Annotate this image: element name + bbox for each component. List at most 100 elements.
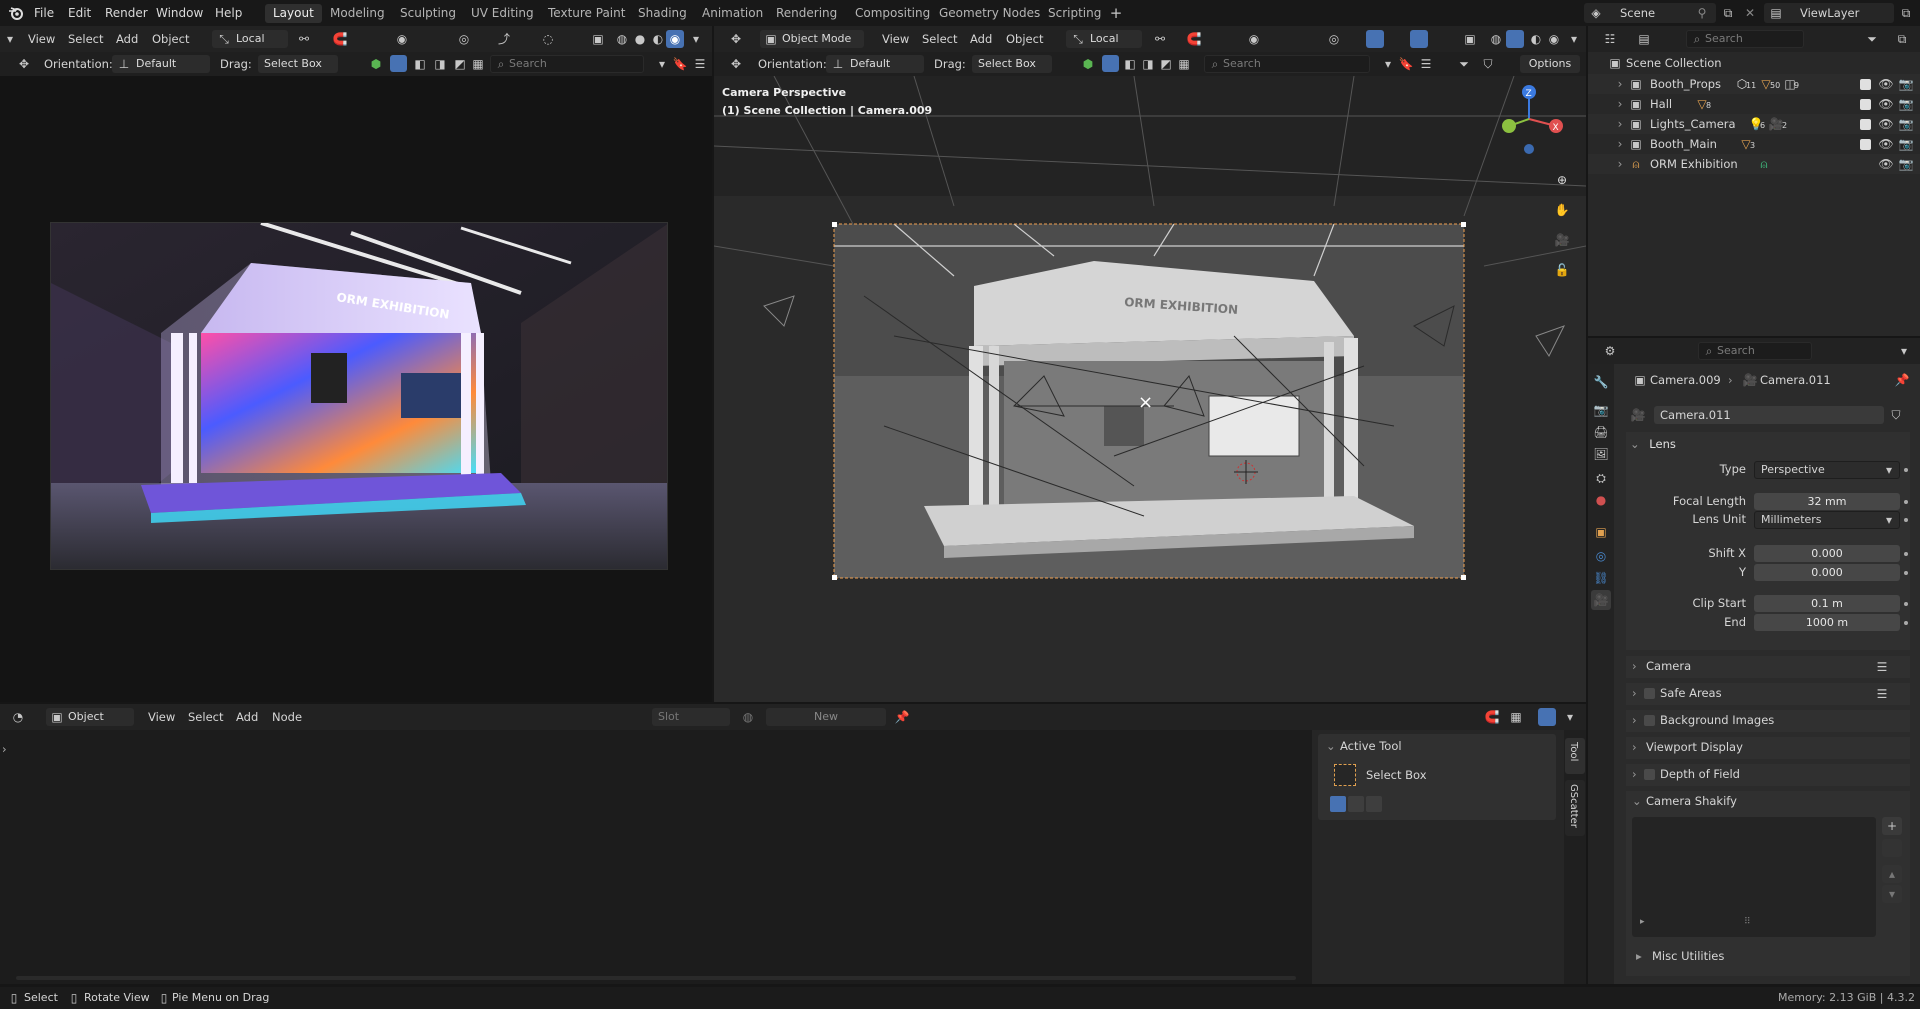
camera-view-icon[interactable]: 🎥 bbox=[1554, 232, 1570, 248]
scene-selector[interactable]: ◈ Scene ⚲ bbox=[1584, 3, 1716, 23]
shading-solid-icon[interactable]: ● bbox=[632, 31, 648, 47]
list-item[interactable]: › ▣ Hall ▽ 8 👁 📷 bbox=[1588, 94, 1920, 114]
tab-geometry-nodes[interactable]: Geometry Nodes bbox=[931, 4, 1048, 23]
camera-render-icon[interactable]: 📷 bbox=[1898, 116, 1914, 132]
expand-arrow-icon[interactable]: › bbox=[1612, 96, 1628, 112]
select-intersect-icon[interactable]: ▦ bbox=[1176, 56, 1192, 72]
shading-wire-icon[interactable]: ◍ bbox=[1488, 31, 1504, 47]
menu-help[interactable]: Help bbox=[215, 0, 242, 26]
add-shake-button[interactable]: + bbox=[1882, 817, 1902, 835]
select-subtract-icon[interactable]: ◨ bbox=[432, 56, 448, 72]
left-transform-select[interactable]: Local ⤡ bbox=[212, 30, 288, 48]
new-scene-icon[interactable]: ⧉ bbox=[1720, 5, 1736, 21]
navigation-gizmo[interactable]: Z X bbox=[1494, 84, 1564, 154]
keyframe-dot[interactable] bbox=[1904, 552, 1908, 556]
physics-tab-icon[interactable]: ◎ bbox=[1593, 548, 1609, 564]
tab-modeling[interactable]: Modeling bbox=[322, 4, 393, 23]
camera-render-icon[interactable]: 📷 bbox=[1898, 156, 1914, 172]
properties-editor-icon[interactable]: ⚙ bbox=[1602, 343, 1618, 359]
viewport-display-panel[interactable]: › Viewport Display bbox=[1626, 737, 1910, 759]
list-item[interactable]: › ▣ Lights_Camera 💡 6 🎥 2 👁 📷 bbox=[1588, 114, 1920, 134]
pan-hand-icon[interactable]: ✋ bbox=[1554, 202, 1570, 218]
proportional-icon[interactable]: ◉ bbox=[394, 31, 410, 47]
shading-material-icon[interactable]: ◐ bbox=[1528, 31, 1544, 47]
mode-extend-button[interactable] bbox=[1348, 796, 1364, 812]
node-menu-add[interactable]: Add bbox=[236, 710, 258, 724]
background-images-panel[interactable]: › Background Images bbox=[1626, 710, 1910, 732]
object-type-select[interactable]: Object ▣ bbox=[46, 708, 134, 726]
constraints-tab-icon[interactable]: ⛓ bbox=[1593, 570, 1609, 586]
blender-logo-icon[interactable] bbox=[8, 5, 24, 21]
type-select[interactable]: Perspective ▾ bbox=[1754, 461, 1900, 479]
move-icon[interactable]: ✥ bbox=[16, 56, 32, 72]
display-mode-icon[interactable]: ☰ bbox=[1418, 56, 1434, 72]
expand-arrow-icon[interactable]: › bbox=[1612, 156, 1628, 172]
node-menu-view[interactable]: View bbox=[148, 710, 175, 724]
left-viewport[interactable]: ORM EXHIBITION bbox=[0, 76, 712, 702]
camera-render-icon[interactable]: 📷 bbox=[1898, 136, 1914, 152]
list-item[interactable]: › ▣ Booth_Props ⬡ 11 ▽ 50 ◫ 9 👁 📷 bbox=[1588, 74, 1920, 94]
tab-gscatter[interactable]: GScatter bbox=[1565, 780, 1585, 836]
pivot-icon[interactable]: ⚯ bbox=[1152, 31, 1168, 47]
list-icon[interactable]: ☰ bbox=[1874, 659, 1890, 675]
shift-x-field[interactable]: 0.000 bbox=[1754, 545, 1900, 562]
right-menu-view[interactable]: View bbox=[882, 32, 909, 46]
delete-scene-icon[interactable]: ✕ bbox=[1742, 5, 1758, 21]
focal-length-field[interactable]: 32 mm bbox=[1754, 493, 1900, 510]
select-intersect-icon[interactable]: ▦ bbox=[470, 56, 486, 72]
cube-icon[interactable]: ⬢ bbox=[368, 56, 384, 72]
select-subtract-icon[interactable]: ◨ bbox=[1140, 56, 1156, 72]
list-expand-icon[interactable]: ▸ bbox=[1640, 917, 1645, 927]
keyframe-dot[interactable] bbox=[1904, 621, 1908, 625]
keyframe-dot[interactable] bbox=[1904, 602, 1908, 606]
shader-editor-icon[interactable]: ◔ bbox=[10, 709, 26, 725]
right-search-input[interactable]: Search ⌕ bbox=[1204, 55, 1370, 73]
cube-icon[interactable]: ⬢ bbox=[1080, 56, 1096, 72]
editor-type-icon[interactable]: ▾ bbox=[2, 31, 18, 47]
new-view-layer-icon[interactable]: ⧉ bbox=[1898, 5, 1914, 21]
camera-data-tab[interactable]: 🎥 bbox=[1591, 590, 1611, 610]
eye-icon[interactable]: 👁 bbox=[1878, 156, 1894, 172]
outliner-editor-icon[interactable]: ☷ bbox=[1602, 31, 1618, 47]
camera-viewport[interactable]: ORM EXHIBITION × Camera Perspective (1) … bbox=[714, 76, 1586, 702]
expand-arrow-icon[interactable]: › bbox=[1612, 76, 1628, 92]
collapse-arrow-icon[interactable]: ⌄ bbox=[1326, 739, 1336, 753]
scene-collection-row[interactable]: ▣ Scene Collection bbox=[1608, 54, 1721, 72]
slot-select[interactable]: Slot bbox=[652, 708, 730, 726]
display-mode-icon[interactable]: ☰ bbox=[692, 56, 708, 72]
lens-unit-select[interactable]: Millimeters ▾ bbox=[1754, 511, 1900, 529]
data-name-field[interactable]: Camera.011 bbox=[1654, 406, 1884, 424]
shading-rendered-button[interactable]: ◉ bbox=[666, 30, 684, 48]
tool-tab-icon[interactable]: 🔧 bbox=[1593, 374, 1609, 390]
clip-start-field[interactable]: 0.1 m bbox=[1754, 595, 1900, 612]
left-menu-object[interactable]: Object bbox=[152, 32, 189, 46]
expand-arrow-icon[interactable]: › bbox=[1612, 116, 1628, 132]
snap-icon[interactable]: 🧲 bbox=[1484, 709, 1500, 725]
menu-window[interactable]: Window bbox=[156, 0, 203, 26]
shading-rendered-icon[interactable]: ◉ bbox=[1546, 31, 1562, 47]
right-drag-select[interactable]: Select Box bbox=[972, 55, 1052, 73]
tab-shading[interactable]: Shading bbox=[630, 4, 695, 23]
xray-icon[interactable]: ▣ bbox=[590, 31, 606, 47]
view-layer-selector[interactable]: ▤ ViewLayer bbox=[1764, 3, 1894, 23]
snap-icon[interactable]: 🧲 bbox=[1186, 31, 1202, 47]
keyframe-dot[interactable] bbox=[1904, 468, 1908, 472]
pivot-icon[interactable]: ⚯ bbox=[296, 31, 312, 47]
tab-texture-paint[interactable]: Texture Paint bbox=[540, 4, 633, 23]
filter-icon[interactable]: ▾ bbox=[654, 56, 670, 72]
tab-uv-editing[interactable]: UV Editing bbox=[463, 4, 542, 23]
shakify-list[interactable]: ▸ ⠿ bbox=[1632, 817, 1876, 937]
render-tab-icon[interactable]: 📷 bbox=[1593, 402, 1609, 418]
depth-of-field-panel[interactable]: › Depth of Field bbox=[1626, 764, 1910, 786]
safe-areas-panel[interactable]: › Safe Areas ☰ bbox=[1626, 683, 1910, 705]
zoom-icon[interactable]: ⊕ bbox=[1554, 172, 1570, 188]
xray-icon[interactable]: ▣ bbox=[1462, 31, 1478, 47]
left-menu-view[interactable]: View bbox=[28, 32, 55, 46]
menu-edit[interactable]: Edit bbox=[68, 0, 91, 26]
menu-file[interactable]: File bbox=[34, 0, 54, 26]
snap-icon[interactable]: 🧲 bbox=[332, 31, 348, 47]
tab-sculpting[interactable]: Sculpting bbox=[392, 4, 464, 23]
list-resize-handle[interactable]: ⠿ bbox=[1744, 917, 1751, 927]
shading-material-icon[interactable]: ◐ bbox=[650, 31, 666, 47]
gizmo-button[interactable] bbox=[1366, 30, 1384, 48]
